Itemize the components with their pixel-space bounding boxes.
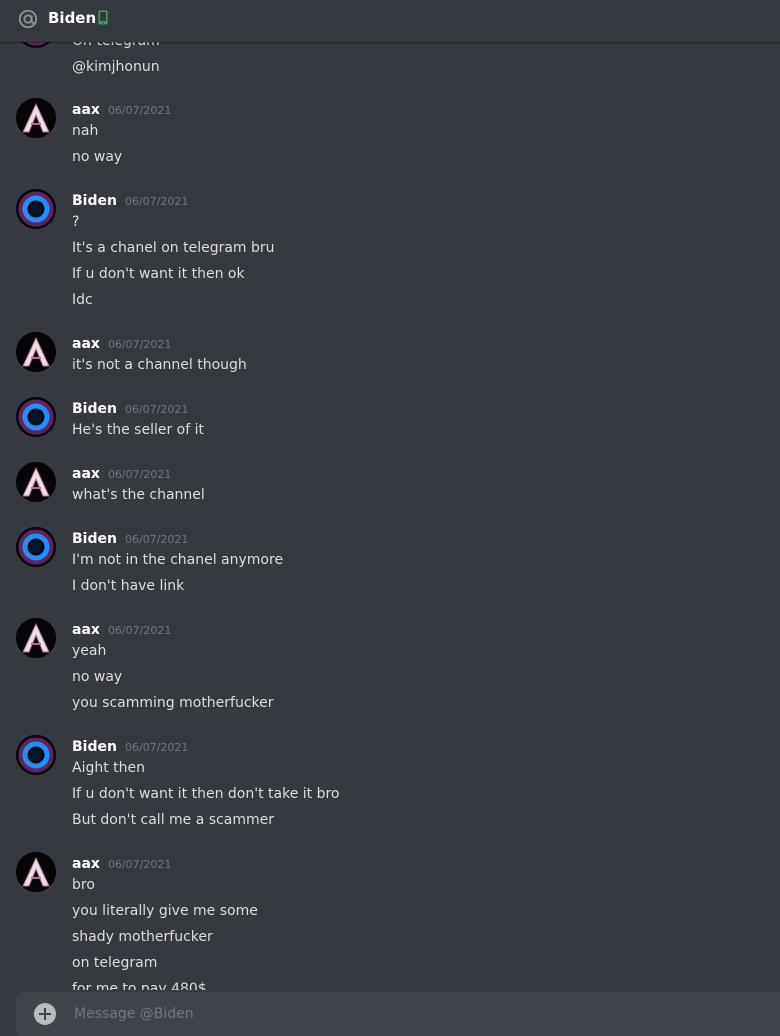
message-line: bro [72, 877, 95, 893]
timestamp: 06/07/2021 [107, 338, 172, 351]
message-line: ? [72, 214, 80, 230]
timestamp: 06/07/2021 [107, 624, 172, 637]
message-header: aax 06/07/2021 [72, 334, 171, 354]
message-line: you scamming motherfucker [72, 695, 274, 711]
message-header: aax 06/07/2021 [72, 100, 171, 120]
message-line: what's the channel [72, 487, 205, 503]
timestamp: 06/07/2021 [107, 468, 172, 481]
avatar[interactable] [16, 618, 56, 658]
message-line: I don't have link [72, 578, 185, 594]
timestamp: 06/07/2021 [124, 741, 189, 754]
message-line: you literally give me some [72, 903, 258, 919]
avatar[interactable] [16, 397, 56, 437]
biden-avatar-icon [16, 397, 56, 437]
author-name[interactable]: aax [72, 334, 100, 354]
aax-avatar-icon [16, 462, 56, 502]
at-sign-icon [18, 9, 38, 29]
message-line: But don't call me a scammer [72, 812, 274, 828]
aax-avatar-icon [16, 852, 56, 892]
message-header: Biden 06/07/2021 [72, 529, 188, 549]
timestamp: 06/07/2021 [124, 403, 189, 416]
message-line: Aight then [72, 760, 146, 776]
avatar[interactable] [16, 852, 56, 892]
message-line: Idc [72, 292, 93, 308]
avatar[interactable] [16, 735, 56, 775]
timestamp: 06/07/2021 [107, 858, 172, 871]
message-line: yeah [72, 643, 107, 659]
plus-circle-icon[interactable] [34, 1003, 56, 1025]
channel-header: Biden [0, 0, 780, 42]
message-line: no way [72, 149, 123, 165]
author-name[interactable]: Biden [72, 529, 117, 549]
message-line: for me to pay 480$ [72, 981, 207, 990]
author-name[interactable]: aax [72, 620, 100, 640]
biden-avatar-icon [16, 189, 56, 229]
message-list[interactable]: On telegram @kimjhonun aax06/07/2021 nah… [0, 0, 780, 990]
timestamp: 06/07/2021 [124, 195, 189, 208]
message-line: I'm not in the chanel anymore [72, 552, 284, 568]
author-name[interactable]: aax [72, 100, 100, 120]
timestamp: 06/07/2021 [107, 104, 172, 117]
message-line: It's a chanel on telegram bru [72, 240, 275, 256]
author-name[interactable]: Biden [72, 737, 117, 757]
avatar[interactable] [16, 189, 56, 229]
message-line: it's not a channel though [72, 357, 247, 373]
message-line: If u don't want it then ok [72, 266, 245, 282]
channel-title[interactable]: Biden [48, 8, 96, 28]
message-line: on telegram [72, 955, 158, 971]
message-line: If u don't want it then don't take it br… [72, 786, 340, 802]
message-header: Biden 06/07/2021 [72, 737, 188, 757]
timestamp: 06/07/2021 [124, 533, 189, 546]
avatar[interactable] [16, 462, 56, 502]
message-composer [16, 992, 780, 1036]
author-name[interactable]: Biden [72, 191, 117, 211]
message-header: aax 06/07/2021 [72, 854, 171, 874]
message-header: aax 06/07/2021 [72, 464, 171, 484]
biden-avatar-icon [16, 735, 56, 775]
aax-avatar-icon [16, 98, 56, 138]
message-line: no way [72, 669, 123, 685]
avatar[interactable] [16, 98, 56, 138]
avatar[interactable] [16, 527, 56, 567]
aax-avatar-icon [16, 618, 56, 658]
mobile-phone-icon [98, 10, 108, 25]
aax-avatar-icon [16, 332, 56, 372]
message-line: shady motherfucker [72, 929, 213, 945]
message-line: He's the seller of it [72, 422, 204, 438]
biden-avatar-icon [16, 527, 56, 567]
message-header: Biden 06/07/2021 [72, 399, 188, 419]
message-header: aax 06/07/2021 [72, 620, 171, 640]
message-line: @kimjhonun [72, 59, 160, 75]
author-name[interactable]: Biden [72, 399, 117, 419]
avatar[interactable] [16, 332, 56, 372]
message-header: Biden 06/07/2021 [72, 191, 188, 211]
author-name[interactable]: aax [72, 854, 100, 874]
message-input[interactable] [72, 1001, 676, 1027]
author-name[interactable]: aax [72, 464, 100, 484]
message-line: nah [72, 123, 99, 139]
